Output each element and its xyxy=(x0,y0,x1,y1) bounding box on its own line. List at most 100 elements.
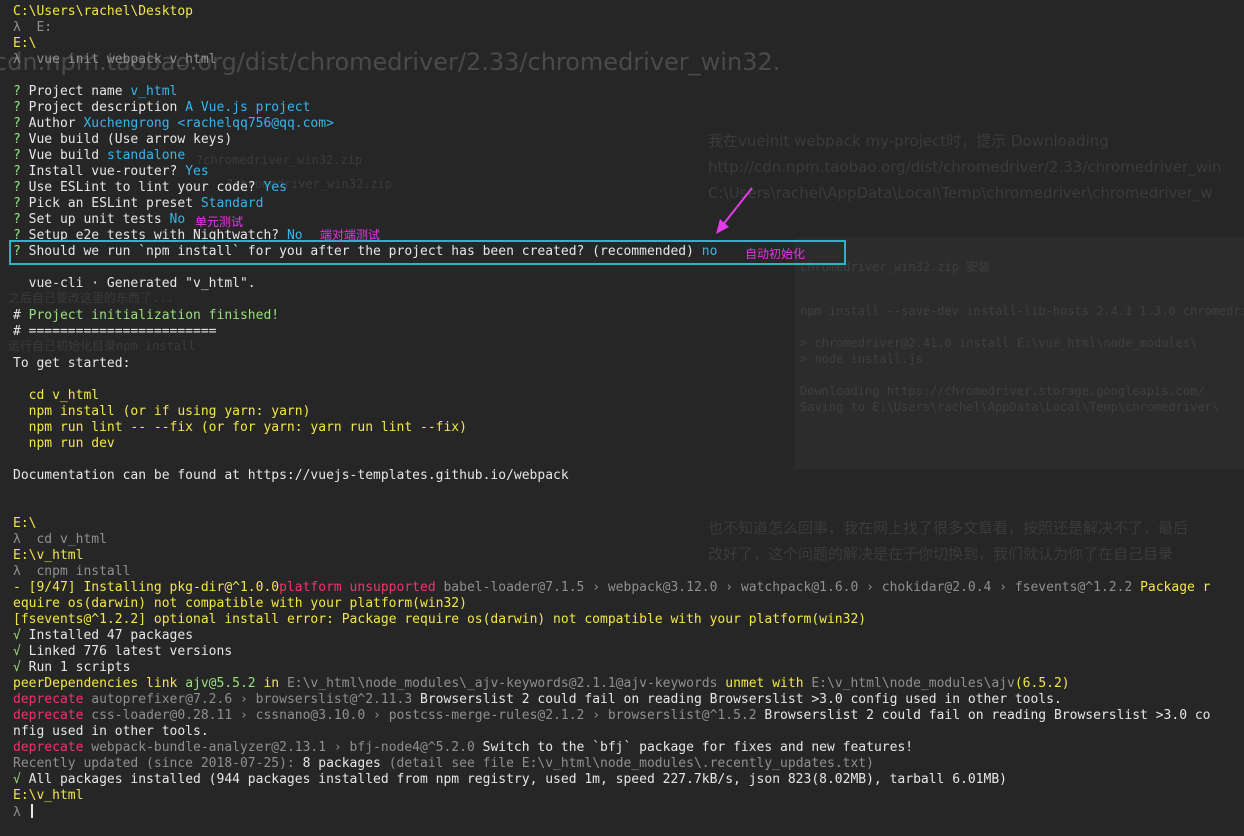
terminal-text: in xyxy=(255,676,287,691)
terminal-text: E:\ xyxy=(13,36,37,51)
terminal-text: Browserslist 2 could fail on reading Bro… xyxy=(764,708,1211,723)
terminal-text: Recently updated (since 2018-07-25): xyxy=(13,756,303,771)
terminal-line: To get started: xyxy=(13,356,1244,372)
terminal-text: Yes xyxy=(263,180,287,195)
terminal-line: - [9/47] Installing pkg-dir@^1.0.0platfo… xyxy=(13,580,1244,596)
annotation-arrow-icon xyxy=(716,187,753,234)
terminal-text: λ E: xyxy=(13,20,53,35)
terminal-text: Vue build (Use arrow keys) xyxy=(28,132,233,147)
terminal-text: Project name xyxy=(28,84,131,99)
terminal-text: optional install error: Package require … xyxy=(153,612,867,627)
terminal-text: Install vue-router? xyxy=(28,164,186,179)
terminal-line: deprecate css-loader@0.28.11 › cssnano@3… xyxy=(13,708,1244,724)
terminal-text: ajv@5.5.2 xyxy=(185,676,256,691)
terminal-text: nfig used in other tools. xyxy=(13,724,209,739)
terminal-text: λ xyxy=(13,805,29,820)
terminal-line: [fsevents@^1.2.2] optional install error… xyxy=(13,612,1244,628)
annotation-e2e-test: 端对端测试 xyxy=(320,228,381,242)
terminal-text: E:\ xyxy=(13,516,37,531)
terminal-text: Pick an ESLint preset xyxy=(28,196,201,211)
terminal-text: Run 1 scripts xyxy=(28,660,131,675)
terminal-line: cd v_html xyxy=(13,388,1244,404)
terminal-text: Project description xyxy=(28,100,186,115)
terminal-line: λ E: xyxy=(13,20,1244,36)
terminal-text: - [9/47] Installing pkg-dir@^1.0.0 xyxy=(13,580,280,595)
terminal-text: ? xyxy=(13,132,29,147)
highlight-box xyxy=(9,240,846,265)
terminal-text: Author xyxy=(28,116,84,131)
terminal-text: cd v_html xyxy=(13,388,100,403)
terminal-text: unmet with xyxy=(717,676,812,691)
terminal-line: npm run lint -- --fix (or for yarn: yarn… xyxy=(13,420,1244,436)
terminal-text: Set up unit tests xyxy=(28,212,170,227)
terminal-text: deprecate xyxy=(13,740,92,755)
terminal-line: deprecate autoprefixer@7.2.6 › browsersl… xyxy=(13,692,1244,708)
terminal-line: ? Vue build (Use arrow keys) xyxy=(13,132,1244,148)
terminal-line: Documentation can be found at https://vu… xyxy=(13,468,1244,484)
terminal-text: C:\Users\rachel\Desktop xyxy=(13,4,194,19)
terminal-text: ? xyxy=(13,196,29,211)
terminal-text: λ cnpm install xyxy=(13,564,131,579)
terminal-line: ? Vue build standalone xyxy=(13,148,1244,164)
terminal-text: ? xyxy=(13,164,29,179)
terminal-line: λ xyxy=(13,804,1244,820)
terminal-text: [fsevents@^1.2.2] xyxy=(13,612,154,627)
terminal-line: λ cnpm install xyxy=(13,564,1244,580)
terminal-line: E:\v_html xyxy=(13,788,1244,804)
annotation-unit-test: 单元测试 xyxy=(195,215,244,229)
terminal-text: ? xyxy=(13,100,29,115)
terminal-text: Standard xyxy=(200,196,264,211)
terminal-text: babel-loader@7.1.5 › webpack@3.12.0 › wa… xyxy=(443,580,1141,595)
terminal-text: (6.5.2) xyxy=(1014,676,1070,691)
terminal-line: ? Pick an ESLint preset Standard xyxy=(13,196,1244,212)
terminal-line: √ Installed 47 packages xyxy=(13,628,1244,644)
terminal-text: E:\v_html xyxy=(13,788,84,803)
terminal-line: # ======================== xyxy=(13,324,1244,340)
terminal-text: ? xyxy=(13,84,29,99)
terminal-text: css-loader@0.28.11 › cssnano@3.10.0 › po… xyxy=(91,708,765,723)
terminal-text: To get started: xyxy=(13,356,131,371)
terminal-line: equire os(darwin) not compatible with yo… xyxy=(13,596,1244,612)
terminal-text: No xyxy=(169,212,186,227)
terminal-line: npm run dev xyxy=(13,436,1244,452)
terminal-text: All packages installed (944 packages ins… xyxy=(28,772,1007,787)
terminal-text: Use ESLint to lint your code? xyxy=(28,180,264,195)
terminal-text: peerDependencies link xyxy=(13,676,186,691)
terminal-text: Browserslist 2 could fail on reading Bro… xyxy=(420,692,1062,707)
terminal-text: # xyxy=(13,308,29,323)
terminal-text: λ vue init webpack v_html xyxy=(13,52,217,67)
terminal-text: Documentation can be found at https://vu… xyxy=(13,468,569,483)
terminal-text: E:\v_html xyxy=(13,548,84,563)
terminal-line: ? Project description A Vue.js project xyxy=(13,100,1244,116)
terminal-output[interactable]: C:\Users\rachel\Desktop λ E: E:\ λ vue init… xyxy=(13,4,1244,820)
terminal-text: E:\v_html\node_modules\_ajv-keywords@2.1… xyxy=(286,676,718,691)
terminal-text: npm run lint -- --fix (or for yarn: yarn… xyxy=(13,420,467,435)
terminal-line: √ All packages installed (944 packages i… xyxy=(13,772,1244,788)
terminal-text: 8 packages xyxy=(302,756,381,771)
annotation-auto-init: 自动初始化 xyxy=(745,247,806,261)
terminal-text: (detail see file E:\v_html\node_modules\… xyxy=(380,756,874,771)
terminal-line: √ Run 1 scripts xyxy=(13,660,1244,676)
terminal-text: Yes xyxy=(185,164,209,179)
terminal-text: Switch to the `bfj` package for fixes an… xyxy=(482,740,914,755)
terminal-text: √ xyxy=(13,628,29,643)
terminal-text: deprecate xyxy=(13,708,92,723)
terminal-text: λ cd v_html xyxy=(13,532,107,547)
terminal-text: Vue build xyxy=(28,148,107,163)
terminal-text: Installed 47 packages xyxy=(28,628,194,643)
terminal-text: A Vue.js project xyxy=(185,100,311,115)
terminal-line: ? Author Xuchengrong <rachelqq756@qq.com… xyxy=(13,116,1244,132)
terminal-text: autoprefixer@7.2.6 › browserslist@^2.11.… xyxy=(91,692,421,707)
terminal-line: Recently updated (since 2018-07-25): 8 p… xyxy=(13,756,1244,772)
terminal-line: peerDependencies link ajv@5.5.2 in E:\v_… xyxy=(13,676,1244,692)
terminal-line: C:\Users\rachel\Desktop xyxy=(13,4,1244,20)
terminal-line: ? Project name v_html xyxy=(13,84,1244,100)
terminal-text: standalone xyxy=(106,148,186,163)
terminal-text: Package r xyxy=(1140,580,1211,595)
